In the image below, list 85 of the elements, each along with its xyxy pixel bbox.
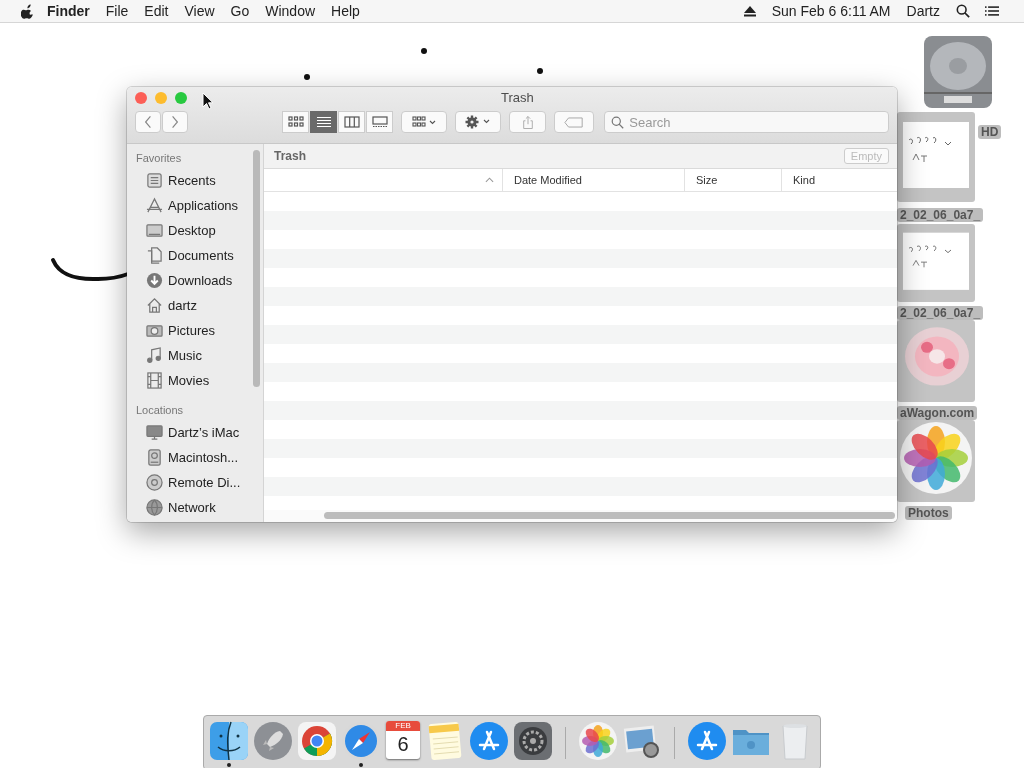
zoom-button[interactable]: [175, 92, 187, 104]
cursor-icon: [202, 92, 214, 110]
house-icon: [146, 297, 163, 314]
action-button[interactable]: [454, 111, 501, 133]
gallery-icon: [371, 116, 388, 128]
sidebar-item[interactable]: Desktop: [136, 218, 263, 243]
close-button[interactable]: [135, 92, 147, 104]
app-store-icon[interactable]: [687, 721, 727, 761]
sidebar-item[interactable]: Remote Di...: [136, 470, 263, 495]
chevron-left-icon: [144, 115, 152, 129]
sidebar-item[interactable]: Macintosh...: [136, 445, 263, 470]
sidebar-item[interactable]: Documents: [136, 243, 263, 268]
scrollbar[interactable]: [253, 150, 260, 387]
sidebar-item[interactable]: dartz: [136, 293, 263, 318]
calendar-icon[interactable]: FEB 6: [386, 721, 421, 759]
scrollbar[interactable]: [324, 512, 895, 519]
document-icon: [146, 247, 163, 264]
sidebar-item[interactable]: Downloads: [136, 268, 263, 293]
menu-item[interactable]: Window: [265, 3, 316, 19]
flower-icon[interactable]: [578, 721, 619, 761]
file-name[interactable]: HD: [978, 125, 1002, 139]
back-button[interactable]: [135, 111, 161, 133]
film-icon: [146, 372, 163, 389]
camera-icon: [146, 322, 163, 339]
chevron-right-icon: [171, 115, 179, 129]
compass-letter-icon: [146, 197, 163, 214]
gear-icon[interactable]: [513, 721, 554, 761]
column-header[interactable]: Size: [684, 169, 781, 191]
sidebar-item[interactable]: Music: [136, 343, 263, 368]
view-mode-button[interactable]: [310, 111, 337, 133]
monitor-icon: [146, 222, 163, 239]
globe-icon: [146, 499, 163, 516]
columns-icon: [343, 116, 360, 128]
ink-dot: [537, 68, 543, 74]
sidebar-heading: Locations: [136, 403, 185, 418]
gear-icon: [463, 115, 492, 129]
download-icon: [146, 272, 163, 289]
window-title: Trash: [501, 90, 534, 105]
file-name[interactable]: 2_02_06_0a7_: [897, 208, 984, 222]
share-button[interactable]: [508, 111, 547, 133]
music-note-icon: [146, 347, 163, 364]
share-icon: [521, 114, 534, 130]
search-icon[interactable]: [956, 4, 970, 18]
hard-drive-icon[interactable]: [922, 34, 994, 110]
sidebar-item[interactable]: Dartz’s iMac: [136, 420, 263, 445]
file-name[interactable]: 2_02_06_0a7_: [897, 306, 984, 320]
ink-dot: [304, 74, 310, 80]
menu-item[interactable]: View: [184, 3, 215, 19]
menu-item[interactable]: Help: [331, 3, 360, 19]
search-field[interactable]: Search: [604, 111, 889, 133]
forward-button[interactable]: [162, 111, 188, 133]
finder-icon[interactable]: [209, 721, 249, 761]
menu-item[interactable]: Edit: [144, 3, 169, 19]
folder-name: Trash: [274, 149, 306, 163]
user-name[interactable]: Dartz: [906, 3, 940, 19]
sidebar-item[interactable]: Applications: [136, 193, 263, 218]
sidebar-item[interactable]: Network: [136, 495, 263, 520]
file-name[interactable]: Photos: [905, 506, 952, 520]
tag-button[interactable]: [554, 111, 595, 133]
grid-dropdown-icon: [409, 116, 438, 128]
app-store-icon[interactable]: [469, 721, 510, 761]
file-name[interactable]: aWagon.com: [897, 406, 978, 420]
sidebar-item[interactable]: Movies: [136, 368, 263, 393]
disc-icon: [146, 474, 163, 491]
drive-icon: [146, 449, 163, 466]
sidebar-item[interactable]: Pictures: [136, 318, 263, 343]
apple-icon[interactable]: [21, 3, 34, 19]
eject-icon[interactable]: [742, 4, 757, 18]
menu-item[interactable]: Go: [230, 3, 250, 19]
menu-item[interactable]: File: [105, 3, 129, 19]
browser-icon[interactable]: [297, 721, 337, 761]
sidebar-item[interactable]: Recents: [136, 168, 263, 193]
column-header[interactable]: Kind: [781, 169, 897, 191]
tag-icon: [564, 116, 585, 128]
tray-icon: [146, 172, 163, 189]
column-header[interactable]: Date Modified: [502, 169, 684, 191]
app-menu[interactable]: Finder: [47, 3, 90, 19]
list-icon: [315, 116, 332, 128]
ink-dot: [421, 48, 427, 54]
grid-icon: [287, 116, 304, 128]
clock[interactable]: Sun Feb 6 6:11 AM: [771, 3, 891, 19]
sidebar-heading: Favorites: [136, 151, 183, 166]
group-button[interactable]: [401, 111, 447, 133]
list-icon[interactable]: [985, 4, 999, 18]
computer-icon: [146, 424, 163, 441]
